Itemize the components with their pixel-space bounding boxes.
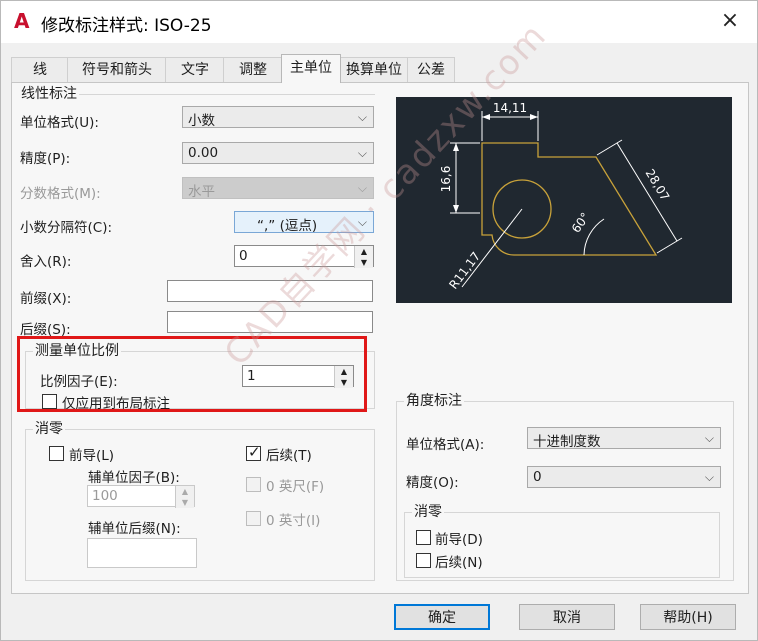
fraction-format-label: 分数格式(M):	[20, 186, 101, 202]
spin-down-icon[interactable]: ▼	[355, 257, 373, 268]
close-icon[interactable]: ×	[717, 9, 743, 35]
cancel-button[interactable]: 取消	[519, 604, 615, 630]
chevron-down-icon: ⌵	[704, 431, 714, 445]
round-off-value: 0	[239, 248, 248, 264]
precision-select[interactable]: 0.00 ⌵	[182, 142, 374, 164]
angular-trailing-label: 后续(N)	[435, 555, 483, 571]
angular-precision-label: 精度(O):	[406, 475, 459, 491]
part-outline	[481, 142, 658, 256]
sub-unit-suffix-label: 辅单位后缀(N):	[88, 521, 181, 537]
group-title: 角度标注	[404, 393, 464, 409]
angular-unit-format-select[interactable]: 十进制度数 ⌵	[527, 427, 721, 450]
tab-alternate-units[interactable]: 换算单位	[339, 57, 409, 82]
zero-feet-label: 0 英尺(F)	[266, 479, 325, 495]
highlight-box	[17, 336, 367, 412]
chevron-down-icon: ⌵	[357, 146, 367, 160]
angle-text: 60°	[569, 210, 593, 235]
zero-inches-label: 0 英寸(I)	[266, 513, 321, 529]
group-title: 消零	[412, 504, 444, 520]
dim-left-text: 16,6	[439, 166, 453, 193]
precision-label: 精度(P):	[20, 151, 71, 167]
leading-zero-checkbox[interactable]	[49, 446, 64, 461]
dim-right-text: 28,07	[643, 167, 673, 204]
tab-primary-units[interactable]: 主单位	[281, 54, 341, 83]
sub-unit-factor-input[interactable]: 100 ▲ ▼	[87, 485, 195, 508]
chevron-down-icon: ⌵	[357, 110, 367, 124]
prefix-label: 前缀(X):	[20, 291, 72, 307]
sub-unit-factor-spinner[interactable]: ▲ ▼	[175, 486, 194, 508]
help-button[interactable]: 帮助(H)	[640, 604, 736, 630]
angular-trailing-checkbox[interactable]	[416, 553, 431, 568]
angular-unit-format-label: 单位格式(A):	[406, 437, 485, 453]
angular-leading-checkbox[interactable]	[416, 530, 431, 545]
sub-unit-factor-value: 100	[92, 488, 118, 504]
radius-text: R11,17	[446, 249, 483, 292]
precision-value: 0.00	[188, 145, 219, 161]
tab-tolerances[interactable]: 公差	[407, 57, 455, 82]
angular-precision-select[interactable]: 0 ⌵	[527, 466, 721, 488]
chevron-down-icon: ⌵	[704, 470, 714, 484]
tab-fit[interactable]: 调整	[223, 57, 283, 82]
angular-unit-format-value: 十进制度数	[533, 434, 601, 450]
title-bar: A 修改标注样式: ISO-25 ×	[1, 1, 757, 43]
spin-down-icon[interactable]: ▼	[176, 497, 194, 508]
decimal-separator-value: “,” (逗点)	[257, 218, 318, 234]
fraction-format-value: 水平	[188, 184, 215, 200]
window-title: 修改标注样式: ISO-25	[41, 16, 212, 36]
tab-lines[interactable]: 线	[11, 57, 69, 82]
unit-format-value: 小数	[188, 113, 215, 129]
leading-zero-label: 前导(L)	[69, 448, 115, 464]
trailing-zero-checkbox[interactable]	[246, 443, 261, 461]
ext-line	[656, 237, 683, 254]
unit-format-label: 单位格式(U):	[20, 115, 99, 131]
group-title: 消零	[33, 421, 65, 437]
sub-unit-suffix-input[interactable]	[87, 538, 197, 568]
zero-feet-checkbox[interactable]	[246, 477, 261, 492]
ext-line	[596, 139, 623, 156]
tab-symbols-arrows[interactable]: 符号和箭头	[67, 57, 167, 82]
suffix-label: 后缀(S):	[20, 322, 71, 338]
ok-button[interactable]: 确定	[394, 604, 490, 630]
unit-format-select[interactable]: 小数 ⌵	[182, 106, 374, 129]
radius-leader	[461, 208, 523, 288]
angular-leading-label: 前导(D)	[435, 532, 483, 548]
zero-inches-checkbox[interactable]	[246, 511, 261, 526]
decimal-separator-label: 小数分隔符(C):	[20, 220, 113, 236]
tab-text[interactable]: 文字	[165, 57, 225, 82]
dimension-style-dialog: A 修改标注样式: ISO-25 × 线 符号和箭头 文字 调整 主单位 换算单…	[0, 0, 758, 641]
autocad-logo-icon: A	[14, 9, 30, 33]
trailing-zero-label: 后续(T)	[266, 448, 312, 464]
group-title: 线性标注	[19, 86, 79, 102]
round-off-label: 舍入(R):	[20, 254, 72, 270]
sub-unit-factor-label: 辅单位因子(B):	[88, 470, 180, 486]
angular-precision-value: 0	[533, 469, 542, 485]
